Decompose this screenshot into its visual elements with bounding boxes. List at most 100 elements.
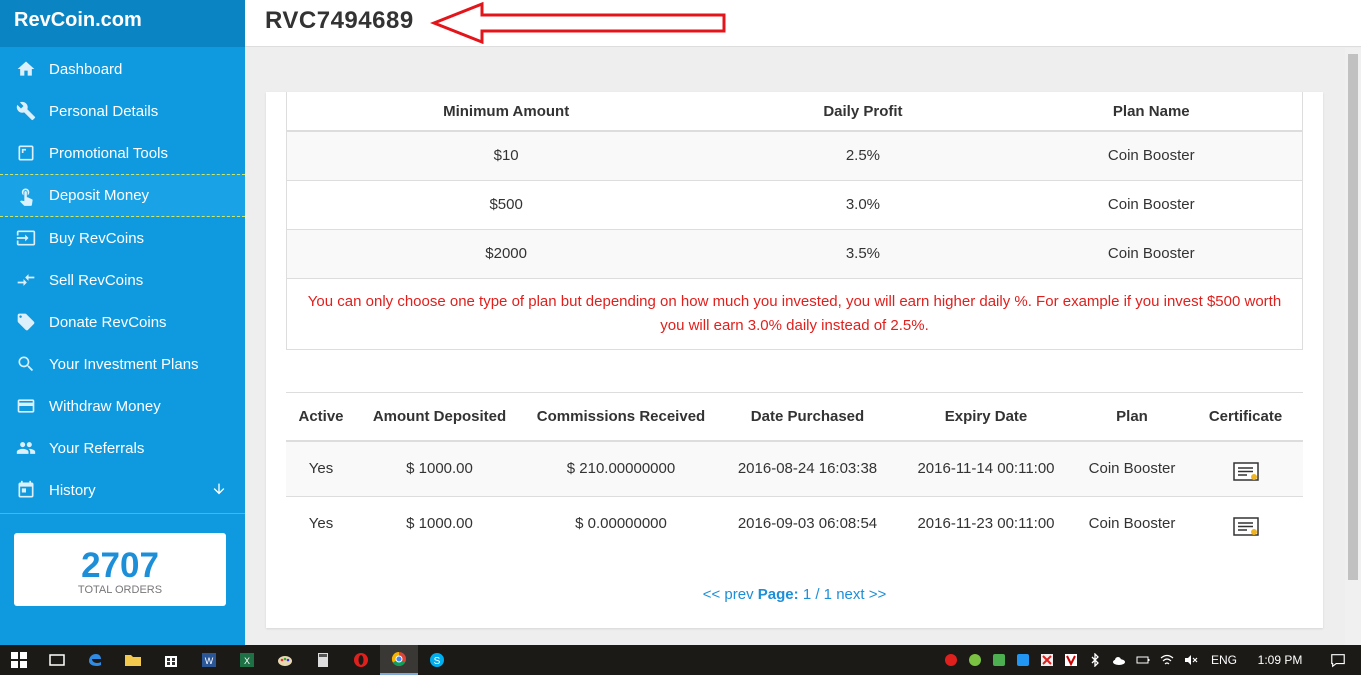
- certificate-icon[interactable]: [1232, 517, 1259, 537]
- sidebar-item-label: History: [49, 481, 96, 499]
- sidebar-item-history[interactable]: History: [0, 469, 245, 511]
- windows-start-icon[interactable]: [0, 645, 38, 675]
- skype-icon[interactable]: S: [418, 645, 456, 675]
- credit-card-icon: [14, 396, 38, 416]
- table-cell: $2000: [287, 228, 726, 278]
- action-center-icon[interactable]: [1315, 645, 1361, 675]
- edge-browser-icon[interactable]: [76, 645, 114, 675]
- sidebar-item-referrals[interactable]: Your Referrals: [0, 427, 245, 469]
- sidebar-item-sell-revcoins[interactable]: Sell RevCoins: [0, 259, 245, 301]
- brand-logo[interactable]: RevCoin.com: [0, 0, 245, 47]
- table-cell: 2.5%: [725, 130, 1001, 180]
- table-cell: Yes: [286, 440, 356, 496]
- chrome-icon[interactable]: [380, 645, 418, 675]
- sidebar-item-label: Your Referrals: [49, 439, 145, 457]
- calculator-icon[interactable]: [304, 645, 342, 675]
- sidebar-item-withdraw-money[interactable]: Withdraw Money: [0, 385, 245, 427]
- column-header: Daily Profit: [725, 92, 1001, 132]
- page-indicator: 1 / 1: [802, 586, 833, 603]
- table-cell: Coin Booster: [1000, 228, 1302, 278]
- table-cell: $ 210.00000000: [523, 440, 719, 496]
- plan-note: You can only choose one type of plan but…: [287, 278, 1302, 349]
- calendar-icon: [14, 480, 38, 500]
- clock[interactable]: 1:09 PM: [1245, 653, 1315, 667]
- tray-app-icon[interactable]: [939, 645, 963, 675]
- login-icon: [14, 228, 38, 248]
- opera-icon[interactable]: [342, 645, 380, 675]
- investments-table: Active Amount Deposited Commissions Rece…: [286, 393, 1303, 551]
- scrollbar-thumb[interactable]: [1348, 54, 1358, 580]
- table-row: Yes $ 1000.00 $ 0.00000000 2016-09-03 06…: [286, 495, 1303, 551]
- sidebar-item-dashboard[interactable]: Dashboard: [0, 48, 245, 90]
- table-cell: $ 1000.00: [356, 440, 523, 496]
- certificate-icon[interactable]: [1232, 462, 1259, 482]
- table-cell: 3.0%: [725, 179, 1001, 229]
- onedrive-icon[interactable]: [1107, 645, 1131, 675]
- tag-icon: [14, 312, 38, 332]
- crop-icon: [14, 143, 38, 163]
- total-orders-label: TOTAL ORDERS: [77, 584, 163, 596]
- sidebar-item-label: Dashboard: [49, 60, 123, 78]
- input-language[interactable]: ENG: [1203, 653, 1245, 667]
- tray-app-icon[interactable]: [1035, 645, 1059, 675]
- prev-page-link[interactable]: << prev: [703, 586, 754, 603]
- sidebar-item-promotional-tools[interactable]: Promotional Tools: [0, 132, 245, 174]
- battery-icon[interactable]: [1131, 645, 1155, 675]
- arrow-down-icon[interactable]: [211, 480, 227, 498]
- table-row: Yes $ 1000.00 $ 210.00000000 2016-08-24 …: [286, 440, 1303, 496]
- column-header: Expiry Date: [896, 393, 1076, 442]
- sidebar-item-label: Withdraw Money: [49, 397, 161, 415]
- tray-app-icon[interactable]: [963, 645, 987, 675]
- table-row: $2000 3.5% Coin Booster: [287, 228, 1302, 278]
- plans-table-card: Minimum Amount Daily Profit Plan Name $1…: [286, 92, 1303, 350]
- tray-app-icon[interactable]: [1011, 645, 1035, 675]
- word-icon[interactable]: W: [190, 645, 228, 675]
- windows-taskbar: W X S ENG 1:09 PM: [0, 645, 1361, 675]
- total-orders-count: 2707: [81, 546, 159, 585]
- sidebar-divider: [0, 513, 245, 514]
- sidebar-item-label: Sell RevCoins: [49, 271, 144, 289]
- store-icon[interactable]: [152, 645, 190, 675]
- hand-pointer-icon: [14, 186, 38, 206]
- table-cell: 2016-11-23 00:11:00: [896, 495, 1076, 551]
- column-header: Commissions Received: [523, 393, 719, 442]
- table-cell: 2016-09-03 06:08:54: [719, 495, 896, 551]
- table-cell: $10: [287, 130, 726, 180]
- wifi-icon[interactable]: [1155, 645, 1179, 675]
- tray-app-icon[interactable]: [1059, 645, 1083, 675]
- column-header: Date Purchased: [719, 393, 896, 442]
- column-header: Minimum Amount: [287, 92, 726, 132]
- vertical-scrollbar[interactable]: [1345, 48, 1361, 645]
- task-view-icon[interactable]: [38, 645, 76, 675]
- paint-icon[interactable]: [266, 645, 304, 675]
- sidebar-item-label: Donate RevCoins: [49, 313, 167, 331]
- total-orders-card: 2707 TOTAL ORDERS: [14, 533, 226, 606]
- sidebar-item-donate-revcoins[interactable]: Donate RevCoins: [0, 301, 245, 343]
- table-cell: 2016-11-14 00:11:00: [896, 440, 1076, 496]
- table-header-row: Active Amount Deposited Commissions Rece…: [286, 393, 1303, 442]
- svg-text:W: W: [205, 656, 214, 666]
- sidebar-nav: Dashboard Personal Details Promotional T…: [0, 48, 245, 511]
- sidebar-item-label: Your Investment Plans: [49, 355, 199, 373]
- table-cell: Coin Booster: [1000, 130, 1302, 180]
- sidebar-item-investment-plans[interactable]: Your Investment Plans: [0, 343, 245, 385]
- table-cell: Yes: [286, 495, 356, 551]
- table-cell: 2016-08-24 16:03:38: [719, 440, 896, 496]
- excel-icon[interactable]: X: [228, 645, 266, 675]
- sidebar-item-label: Personal Details: [49, 102, 159, 120]
- volume-muted-icon[interactable]: [1179, 645, 1203, 675]
- sidebar-item-deposit-money[interactable]: Deposit Money: [0, 174, 245, 217]
- sidebar-item-buy-revcoins[interactable]: Buy RevCoins: [0, 217, 245, 259]
- next-page-link[interactable]: next >>: [836, 586, 886, 603]
- bluetooth-icon[interactable]: [1083, 645, 1107, 675]
- file-explorer-icon[interactable]: [114, 645, 152, 675]
- investments-table-card: Active Amount Deposited Commissions Rece…: [286, 392, 1303, 551]
- wrench-icon: [14, 101, 38, 121]
- sidebar-item-label: Deposit Money: [49, 187, 150, 204]
- column-header: Plan: [1076, 393, 1188, 442]
- table-cell: 3.5%: [725, 228, 1001, 278]
- sidebar-item-personal-details[interactable]: Personal Details: [0, 90, 245, 132]
- table-row: $10 2.5% Coin Booster: [287, 130, 1302, 180]
- plans-table: Minimum Amount Daily Profit Plan Name $1…: [287, 92, 1302, 278]
- tray-app-icon[interactable]: [987, 645, 1011, 675]
